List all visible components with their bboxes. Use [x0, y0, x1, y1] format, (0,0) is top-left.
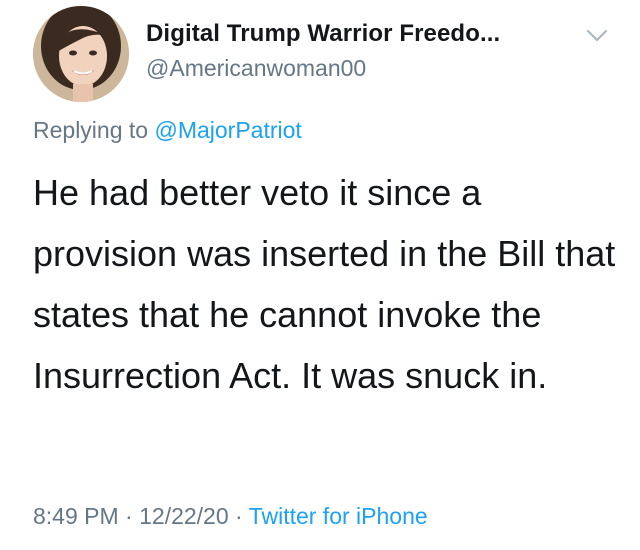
meta-separator: · — [235, 503, 243, 529]
tweet-time[interactable]: 8:49 PM — [33, 503, 119, 529]
chevron-down-icon[interactable] — [583, 25, 611, 45]
tweet-date[interactable]: 12/22/20 — [139, 503, 229, 529]
tweet-text: He had better veto it since a provision … — [33, 172, 616, 396]
reply-context: Replying to @MajorPatriot — [33, 117, 302, 144]
reply-mention-link[interactable]: @MajorPatriot — [154, 117, 301, 143]
reply-prefix: Replying to — [33, 117, 149, 143]
avatar-photo-icon — [33, 6, 129, 102]
tweet-card: Digital Trump Warrior Freedo... @America… — [0, 0, 640, 550]
user-handle[interactable]: @Americanwoman00 — [146, 55, 366, 82]
display-name[interactable]: Digital Trump Warrior Freedo... — [146, 20, 500, 48]
tweet-source-link[interactable]: Twitter for iPhone — [249, 503, 428, 529]
meta-separator: · — [125, 503, 133, 529]
tweet-meta: 8:49 PM · 12/22/20 · Twitter for iPhone — [33, 503, 428, 530]
user-avatar[interactable] — [33, 6, 129, 102]
